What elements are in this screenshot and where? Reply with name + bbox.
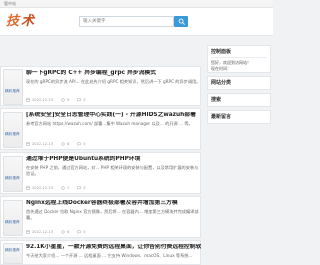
post-title[interactable]: Nginx远程上线Docker容器终极部署及容并增加第三方模 [26, 200, 201, 207]
control-panel-line-1: 您好，欢迎到访网站！ [211, 60, 251, 65]
logo-glyph-2: 术 [21, 14, 35, 29]
post-item[interactable]: 精彩推荐 通过堆于PHP便是Ubuntu系统的PHP环境 在安装 PHP 之前，… [0, 152, 201, 194]
thumbnail-label: 精彩推荐 [5, 220, 20, 224]
post-date: 2022-12-13 [26, 186, 53, 190]
post-comments-count: 0 [83, 230, 86, 234]
post-date-text: 2022-12-13 [32, 230, 53, 234]
post-thumbnail[interactable]: 精彩推荐 [3, 112, 23, 148]
search-button[interactable] [174, 16, 188, 27]
post-date: 2022-12-13 [26, 98, 53, 102]
comment-icon [77, 98, 81, 102]
search-icon [178, 18, 185, 25]
thumbnail-label: 精彩推荐 [5, 89, 20, 93]
search-input[interactable]: 输入关键字 [79, 16, 174, 27]
site-header: 技 术 输入关键字 [0, 8, 273, 36]
control-panel-box: 控制面板 您好，欢迎到访网站！ 现在时间： [207, 45, 271, 73]
post-views: 7 [60, 186, 70, 190]
post-title[interactable]: 通过堆于PHP便是Ubuntu系统的PHP环境 [26, 156, 201, 163]
thumbnail-label: 精彩推荐 [5, 176, 20, 180]
post-title[interactable]: 92.1K小星星，一款开源免费的远程桌面，让你告别付费远程控制软件 [26, 244, 201, 251]
site-logo[interactable]: 技 术 [6, 14, 48, 30]
post-meta: 2022-12-13 6 0 [26, 230, 201, 234]
control-panel-title: 控制面板 [211, 49, 232, 55]
post-views-count: 8 [66, 142, 70, 146]
top-hint: 管中站 [4, 1, 16, 6]
comment-icon [77, 186, 81, 190]
control-panel-line-2: 现在时间： [211, 66, 231, 71]
post-thumbnail[interactable]: 精彩推荐 [3, 156, 23, 192]
browser-top-strip: 管中站 [0, 0, 273, 8]
post-excerpt: 今天给大家介绍... 一个开源 ... 远程桌面 ... 它支持 Windows… [26, 253, 193, 258]
post-item[interactable]: 精彩推荐 聊一下gRPC的 C++ 异步编程_grpc 异步流模式 现在的 gR… [0, 66, 201, 106]
post-item[interactable]: 精彩推荐 Nginx远程上线Docker容器终极部署及容并增加第三方模 首先通过… [0, 196, 201, 238]
post-comments: 0 [77, 230, 85, 234]
sidebar-search-title: 搜索 [211, 97, 222, 103]
post-thumbnail[interactable]: 精彩推荐 [3, 243, 23, 264]
recent-comments-box: 最新留言 [207, 110, 271, 124]
post-item[interactable]: 精彩推荐 92.1K小星星，一款开源免费的远程桌面，让你告别付费远程控制软件 今… [0, 240, 201, 265]
categories-title: 网站分类 [211, 80, 232, 86]
recent-comments-title: 最新留言 [211, 114, 232, 120]
divider [211, 57, 267, 58]
post-date: 2022-12-13 [26, 142, 53, 146]
post-comments: 0 [77, 142, 85, 146]
eye-icon [60, 186, 65, 190]
post-title[interactable]: [系统安全]安全日志管理中心实践(一) - 开源HIDS之wazuh部署 [26, 112, 201, 119]
eye-icon [60, 142, 65, 146]
post-comments-count: 0 [83, 142, 86, 146]
search-box: 搜索 [207, 93, 271, 107]
eye-icon [60, 230, 65, 234]
post-views-count: 7 [66, 186, 70, 190]
eye-icon [60, 98, 65, 102]
logo-glyph-1: 技 [6, 14, 20, 29]
post-views-count: 6 [66, 230, 70, 234]
comment-icon [77, 230, 81, 234]
post-comments: 0 [77, 98, 85, 102]
post-date-text: 2022-12-13 [32, 98, 53, 102]
categories-box: 网站分类 [207, 76, 271, 90]
post-item[interactable]: 精彩推荐 [系统安全]安全日志管理中心实践(一) - 开源HIDS之wazuh部… [0, 108, 201, 150]
post-comments-count: 0 [83, 98, 86, 102]
calendar-icon [26, 98, 30, 102]
post-meta: 2022-12-13 9 0 [26, 98, 201, 102]
post-views-count: 9 [66, 98, 70, 102]
post-meta: 2022-12-13 7 0 [26, 186, 201, 190]
post-comments: 0 [77, 186, 85, 190]
post-date-text: 2022-12-13 [32, 142, 53, 146]
post-date: 2022-12-13 [26, 230, 53, 234]
calendar-icon [26, 186, 30, 190]
post-thumbnail[interactable]: 精彩推荐 [3, 200, 23, 236]
comment-icon [77, 142, 81, 146]
post-excerpt: 参考官方网站 https://wazuh.com/ 部署...集中 Wazuh … [26, 121, 193, 126]
post-views: 9 [60, 98, 70, 102]
post-views: 6 [60, 230, 70, 234]
post-title[interactable]: 聊一下gRPC的 C++ 异步编程_grpc 异步流模式 [26, 70, 201, 77]
search-placeholder: 输入关键字 [83, 19, 106, 24]
post-date-text: 2022-12-13 [32, 186, 53, 190]
thumbnail-label: 精彩推荐 [5, 248, 20, 252]
post-comments-count: 0 [83, 186, 86, 190]
post-meta: 2022-12-13 8 0 [26, 142, 201, 146]
post-excerpt: 现在的 gRPC的异步流 API... 在此处先介绍 gRPC 相关知识，然后讲… [26, 79, 201, 84]
post-thumbnail[interactable]: 精彩推荐 [3, 69, 23, 105]
calendar-icon [26, 230, 30, 234]
calendar-icon [26, 142, 30, 146]
post-views: 8 [60, 142, 70, 146]
post-excerpt: 在安装 PHP 之前，通过官方网站，对... PHP 相关环境的安装与配置，以及… [26, 165, 199, 176]
post-excerpt: 首先通过 Docker 拉取 Nginx 官方镜像，然后将... 在容器内...… [26, 209, 199, 220]
thumbnail-label: 精彩推荐 [5, 132, 20, 136]
